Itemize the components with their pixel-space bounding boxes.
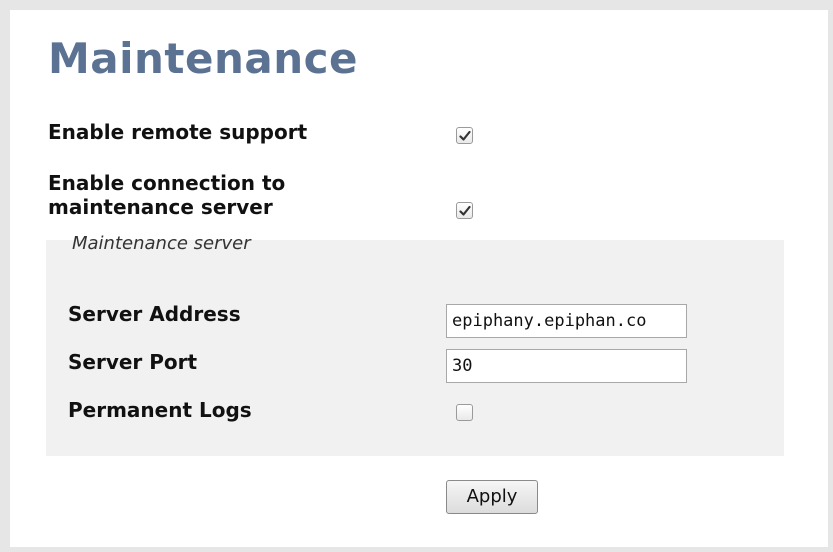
maintenance-connection-label-line2: maintenance server [48, 195, 273, 219]
page-title: Maintenance [48, 34, 359, 83]
maintenance-connection-checkbox[interactable] [456, 202, 473, 219]
maintenance-server-legend: Maintenance server [72, 233, 251, 254]
server-address-input[interactable] [446, 304, 687, 338]
server-port-label: Server Port [68, 350, 198, 374]
maintenance-connection-label: Enable connection to maintenance server [48, 171, 285, 219]
checkmark-icon [459, 130, 471, 141]
permanent-logs-label: Permanent Logs [68, 398, 252, 422]
remote-support-label: Enable remote support [48, 120, 308, 144]
server-address-label: Server Address [68, 302, 241, 326]
checkmark-icon [459, 205, 471, 216]
maintenance-connection-label-line1: Enable connection to [48, 171, 286, 195]
apply-button[interactable]: Apply [446, 480, 538, 514]
permanent-logs-checkbox[interactable] [456, 404, 473, 421]
maintenance-server-group [46, 240, 784, 456]
remote-support-checkbox[interactable] [456, 127, 473, 144]
server-port-input[interactable] [446, 349, 687, 383]
